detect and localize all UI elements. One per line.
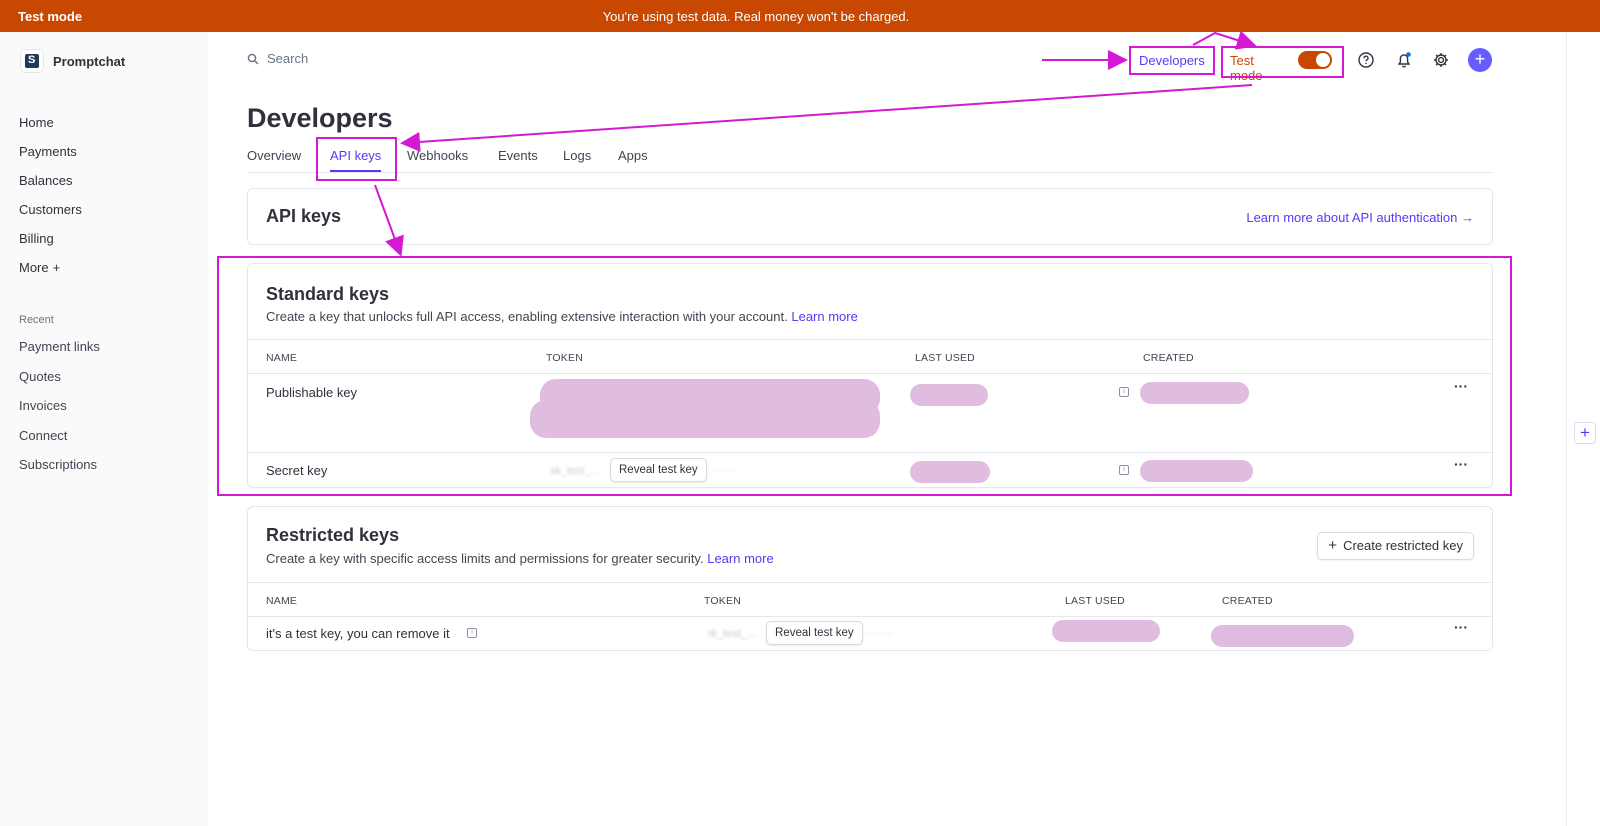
sidebar-nav: Home Payments Balances Customers Billing… — [19, 114, 82, 288]
account-switcher[interactable]: Promptchat — [20, 49, 125, 73]
side-panel-add-icon[interactable]: + — [1574, 422, 1596, 444]
sidebar-item-balances[interactable]: Balances — [19, 172, 82, 201]
banner-message: You're using test data. Real money won't… — [602, 9, 910, 24]
test-mode-banner: Test mode You're using test data. Real m… — [0, 0, 1600, 32]
api-keys-header-card: API keys Learn more about API authentica… — [247, 188, 1493, 245]
create-restricted-key-label: Create restricted key — [1343, 538, 1463, 553]
developer-tabs: Overview API keys Webhooks Events Logs A… — [247, 145, 1493, 173]
info-icon[interactable]: i — [467, 628, 477, 638]
help-icon[interactable] — [1356, 50, 1376, 70]
row-menu-icon[interactable]: ··· — [1454, 619, 1468, 635]
tab-events[interactable]: Events — [498, 148, 538, 163]
column-name: NAME — [266, 595, 298, 607]
page-title: Developers — [247, 103, 393, 133]
plus-icon: + — [52, 260, 61, 275]
tab-logs[interactable]: Logs — [563, 148, 591, 163]
sidebar-item-home[interactable]: Home — [19, 114, 82, 143]
restricted-keys-table-header: NAME TOKEN LAST USED CREATED — [248, 582, 1492, 617]
restricted-keys-description-text: Create a key with specific access limits… — [266, 551, 704, 566]
learn-api-auth-link[interactable]: Learn more about API authentication → — [1246, 210, 1474, 225]
settings-gear-icon[interactable] — [1431, 50, 1451, 70]
api-keys-title: API keys — [266, 206, 342, 226]
masked-token: rk_test_... — [708, 628, 757, 640]
annotation-box-developers — [1129, 46, 1215, 75]
search-icon — [247, 53, 259, 64]
right-rail-divider — [1566, 32, 1567, 826]
recent-item-connect[interactable]: Connect — [19, 428, 100, 458]
sidebar-item-customers[interactable]: Customers — [19, 201, 82, 230]
annotation-box-test-mode — [1221, 46, 1344, 78]
sidebar-item-more-label: More — [19, 260, 49, 275]
search-placeholder: Search — [267, 51, 309, 66]
sidebar: Promptchat Home Payments Balances Custom… — [0, 32, 208, 826]
brand-logo-icon — [20, 49, 44, 73]
annotation-box-standard-keys — [217, 256, 1512, 496]
restricted-keys-description: Create a key with specific access limits… — [266, 551, 774, 566]
redacted-created — [1211, 625, 1354, 647]
plus-icon: + — [1328, 537, 1338, 554]
brand-name: Promptchat — [53, 53, 126, 69]
restricted-keys-card: Restricted keys Create a key with specif… — [247, 506, 1493, 651]
recent-list: Payment links Quotes Invoices Connect Su… — [19, 339, 100, 487]
recent-item-payment-links[interactable]: Payment links — [19, 339, 100, 369]
tab-apps[interactable]: Apps — [618, 148, 648, 163]
recent-item-invoices[interactable]: Invoices — [19, 398, 100, 428]
recent-item-quotes[interactable]: Quotes — [19, 369, 100, 399]
restricted-keys-learn-more-link[interactable]: Learn more — [707, 551, 773, 566]
masked-token-tail: ······· — [866, 628, 892, 640]
sidebar-item-more[interactable]: More + — [19, 259, 82, 288]
create-restricted-key-button[interactable]: + Create restricted key — [1317, 532, 1474, 560]
notifications-bell-icon[interactable] — [1394, 50, 1414, 70]
column-token: TOKEN — [704, 595, 741, 607]
create-new-button[interactable]: + — [1468, 48, 1492, 72]
key-name: it's a test key, you can remove it — [266, 626, 450, 641]
table-row: it's a test key, you can remove it i rk_… — [248, 617, 1492, 651]
recent-item-subscriptions[interactable]: Subscriptions — [19, 457, 100, 487]
reveal-restricted-key-button[interactable]: Reveal test key — [766, 621, 863, 645]
restricted-keys-title: Restricted keys — [266, 525, 400, 545]
search-input[interactable]: Search — [247, 51, 308, 66]
column-last-used: LAST USED — [1065, 595, 1125, 607]
tab-webhooks[interactable]: Webhooks — [407, 148, 468, 163]
annotation-box-api-keys-tab — [316, 137, 397, 181]
column-created: CREATED — [1222, 595, 1273, 607]
sidebar-item-billing[interactable]: Billing — [19, 230, 82, 259]
redacted-last-used — [1052, 620, 1160, 642]
sidebar-item-payments[interactable]: Payments — [19, 143, 82, 172]
tab-overview[interactable]: Overview — [247, 148, 301, 163]
recent-section-label: Recent — [19, 314, 54, 326]
